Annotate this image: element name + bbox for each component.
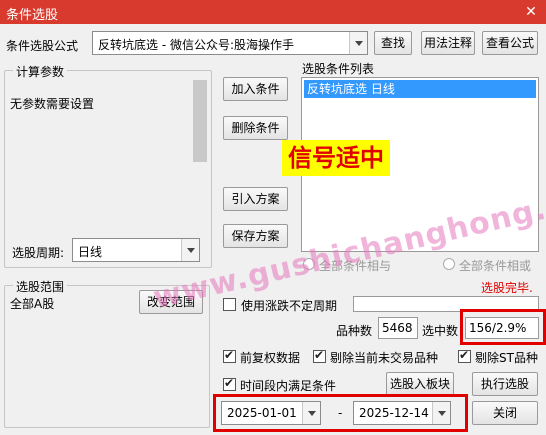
exclude-st-checkbox[interactable] [458, 348, 471, 363]
import-scheme-button[interactable]: 引入方案 [223, 187, 288, 211]
pre-adjust-label: 前复权数据 [240, 351, 301, 365]
save-scheme-button[interactable]: 保存方案 [223, 224, 288, 248]
close-icon[interactable]: ✕ [520, 3, 542, 21]
uncertain-period-label: 使用涨跌不定周期 [241, 299, 338, 313]
list-item[interactable]: 反转坑底选 日线 [304, 80, 536, 98]
exclude-untraded-checkbox[interactable] [313, 348, 326, 363]
exclude-untraded-label: 剔除当前未交易品种 [330, 351, 439, 365]
status-text: 选股完毕. [481, 281, 533, 295]
highlight-frame [460, 309, 546, 345]
count-value: 5468 [378, 317, 418, 339]
period-value: 日线 [78, 245, 103, 259]
scope-value: 全部A股 [10, 297, 55, 311]
period-label: 选股周期: [12, 246, 65, 260]
conditions-legend: 选股条件列表 [302, 62, 375, 76]
run-selection-button[interactable]: 执行选股 [472, 372, 538, 396]
and-label: 全部条件相与 [319, 259, 392, 273]
window-title: 条件选股 [6, 8, 59, 23]
selected-label: 选中数 [422, 324, 459, 338]
formula-select[interactable]: 反转坑底选 - 微信公众号:股海操作手 [92, 31, 368, 55]
signal-overlay: 信号适中 [282, 140, 390, 176]
or-label: 全部条件相或 [459, 259, 532, 273]
scope-legend: 选股范围 [13, 278, 68, 295]
formula-label: 条件选股公式 [6, 39, 79, 53]
and-radio[interactable] [303, 258, 315, 270]
close-button[interactable]: 关闭 [472, 401, 538, 425]
uncertain-period-checkbox[interactable] [223, 298, 236, 311]
find-button[interactable]: 查找 [374, 31, 412, 55]
pre-adjust-checkbox[interactable] [223, 348, 236, 363]
chevron-down-icon[interactable] [181, 239, 199, 261]
params-text: 无参数需要设置 [10, 97, 95, 111]
usage-button[interactable]: 用法注释 [421, 31, 475, 55]
add-condition-button[interactable]: 加入条件 [223, 77, 288, 101]
to-block-button[interactable]: 选股入板块 [386, 372, 454, 396]
view-formula-button[interactable]: 查看公式 [482, 31, 538, 55]
time-range-checkbox[interactable] [223, 376, 236, 391]
title-bar: 条件选股 ✕ [0, 0, 546, 24]
or-radio[interactable] [443, 258, 455, 270]
date-highlight-frame [213, 394, 468, 432]
count-label: 品种数 [336, 324, 373, 338]
params-legend: 计算参数 [13, 63, 68, 80]
params-scrollbar[interactable] [193, 80, 207, 162]
time-range-label: 时间段内满足条件 [240, 379, 337, 393]
exclude-st-label: 剔除ST品种 [475, 351, 538, 365]
chevron-down-icon[interactable] [349, 32, 367, 54]
formula-value: 反转坑底选 - 微信公众号:股海操作手 [98, 38, 295, 52]
period-select[interactable]: 日线 [72, 238, 200, 262]
remove-condition-button[interactable]: 删除条件 [223, 116, 288, 140]
change-scope-button[interactable]: 改变范围 [139, 290, 203, 314]
